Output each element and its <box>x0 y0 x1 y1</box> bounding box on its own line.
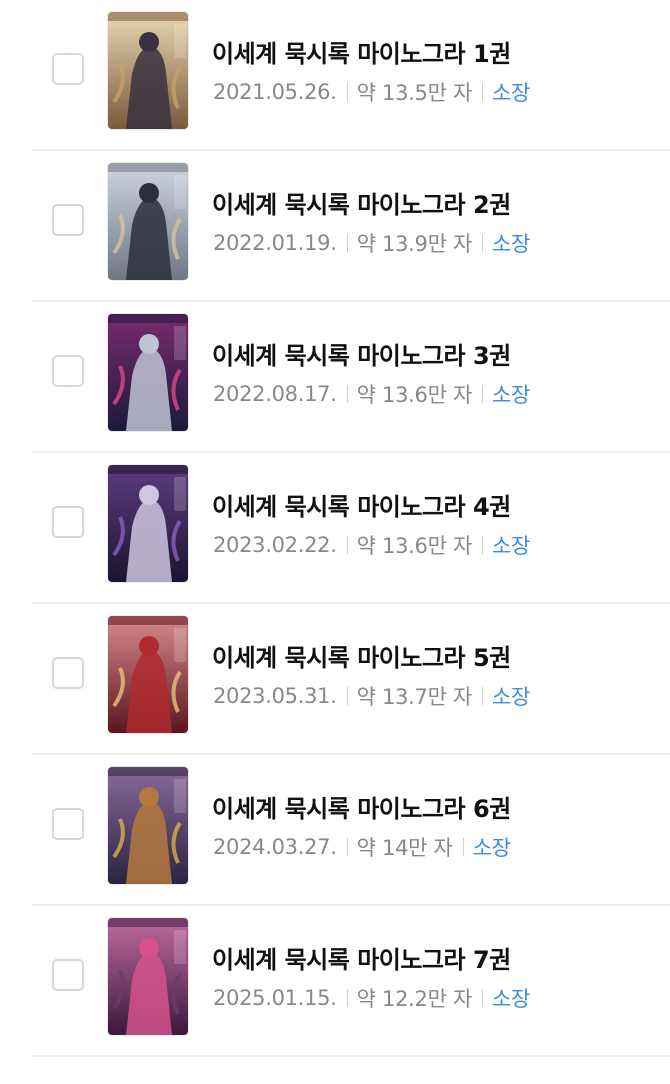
ownership-status-link[interactable]: 소장 <box>492 77 530 107</box>
select-checkbox[interactable] <box>52 506 84 538</box>
meta-separator <box>346 234 348 252</box>
book-meta: 2023.05.31. 약 13.7만 자 소장 <box>213 682 530 710</box>
book-length: 약 14만 자 <box>356 836 453 860</box>
book-cover-image[interactable] <box>108 616 188 733</box>
select-checkbox[interactable] <box>52 959 84 991</box>
ownership-status-link[interactable]: 소장 <box>492 228 530 258</box>
book-meta: 2021.05.26. 약 13.5만 자 소장 <box>213 78 530 106</box>
book-meta: 2022.08.17. 약 13.6만 자 소장 <box>213 380 530 408</box>
book-list-item[interactable]: 이세계 묵시록 마이노그라 3권 2022.08.17. 약 13.6만 자 소장 <box>0 302 670 453</box>
book-list-item[interactable]: 이세계 묵시록 마이노그라 4권 2023.02.22. 약 13.6만 자 소장 <box>0 453 670 604</box>
book-cover-image[interactable] <box>108 12 188 129</box>
book-cover-image[interactable] <box>108 767 188 884</box>
book-cover-image[interactable] <box>108 465 188 582</box>
book-meta: 2022.01.19. 약 13.9만 자 소장 <box>213 229 530 257</box>
meta-separator <box>346 989 348 1007</box>
book-title[interactable]: 이세계 묵시록 마이노그라 6권 <box>212 789 511 824</box>
select-checkbox[interactable] <box>52 355 84 387</box>
ownership-status-link[interactable]: 소장 <box>492 681 530 711</box>
publish-date: 2023.02.22. <box>213 533 337 557</box>
publish-date: 2024.03.27. <box>213 835 337 859</box>
book-list-item[interactable]: 이세계 묵시록 마이노그라 1권 2021.05.26. 약 13.5만 자 소장 <box>0 0 670 151</box>
meta-separator <box>346 687 348 705</box>
publish-date: 2021.05.26. <box>213 80 337 104</box>
book-list-item[interactable]: 이세계 묵시록 마이노그라 2권 2022.01.19. 약 13.9만 자 소장 <box>0 151 670 302</box>
select-checkbox[interactable] <box>52 53 84 85</box>
book-meta: 2023.02.22. 약 13.6만 자 소장 <box>213 531 530 559</box>
book-meta: 2024.03.27. 약 14만 자 소장 <box>213 833 511 861</box>
book-cover-image[interactable] <box>108 163 188 280</box>
row-divider <box>32 1055 670 1057</box>
meta-separator <box>482 234 483 252</box>
meta-separator <box>482 83 483 101</box>
ownership-status-link[interactable]: 소장 <box>473 832 511 862</box>
publish-date: 2023.05.31. <box>213 684 337 708</box>
book-title[interactable]: 이세계 묵시록 마이노그라 7권 <box>212 940 511 975</box>
meta-separator <box>346 83 348 101</box>
book-length: 약 13.5만 자 <box>356 81 473 105</box>
meta-separator <box>346 838 348 856</box>
book-length: 약 13.7만 자 <box>356 685 473 709</box>
book-cover-image[interactable] <box>108 918 188 1035</box>
book-meta: 2025.01.15. 약 12.2만 자 소장 <box>213 984 530 1012</box>
book-list-item[interactable]: 이세계 묵시록 마이노그라 6권 2024.03.27. 약 14만 자 소장 <box>0 755 670 906</box>
meta-separator <box>482 687 483 705</box>
book-title[interactable]: 이세계 묵시록 마이노그라 3권 <box>212 336 511 371</box>
ownership-status-link[interactable]: 소장 <box>492 983 530 1013</box>
ownership-status-link[interactable]: 소장 <box>492 530 530 560</box>
publish-date: 2025.01.15. <box>213 986 337 1010</box>
publish-date: 2022.01.19. <box>213 231 337 255</box>
book-length: 약 13.6만 자 <box>356 383 473 407</box>
book-length: 약 13.6만 자 <box>356 534 473 558</box>
book-title[interactable]: 이세계 묵시록 마이노그라 1권 <box>212 34 511 69</box>
select-checkbox[interactable] <box>52 808 84 840</box>
ownership-status-link[interactable]: 소장 <box>492 379 530 409</box>
meta-separator <box>346 385 348 403</box>
book-title[interactable]: 이세계 묵시록 마이노그라 2권 <box>212 185 511 220</box>
meta-separator <box>462 838 464 856</box>
book-title[interactable]: 이세계 묵시록 마이노그라 4권 <box>212 487 511 522</box>
select-checkbox[interactable] <box>52 204 84 236</box>
book-length: 약 12.2만 자 <box>356 987 473 1011</box>
book-title[interactable]: 이세계 묵시록 마이노그라 5권 <box>212 638 511 673</box>
book-cover-image[interactable] <box>108 314 188 431</box>
select-checkbox[interactable] <box>52 657 84 689</box>
publish-date: 2022.08.17. <box>213 382 337 406</box>
meta-separator <box>482 385 483 403</box>
meta-separator <box>482 536 483 554</box>
meta-separator <box>482 989 483 1007</box>
meta-separator <box>346 536 348 554</box>
book-length: 약 13.9만 자 <box>356 232 473 256</box>
book-list-item[interactable]: 이세계 묵시록 마이노그라 5권 2023.05.31. 약 13.7만 자 소장 <box>0 604 670 755</box>
book-list-item[interactable]: 이세계 묵시록 마이노그라 7권 2025.01.15. 약 12.2만 자 소장 <box>0 906 670 1057</box>
